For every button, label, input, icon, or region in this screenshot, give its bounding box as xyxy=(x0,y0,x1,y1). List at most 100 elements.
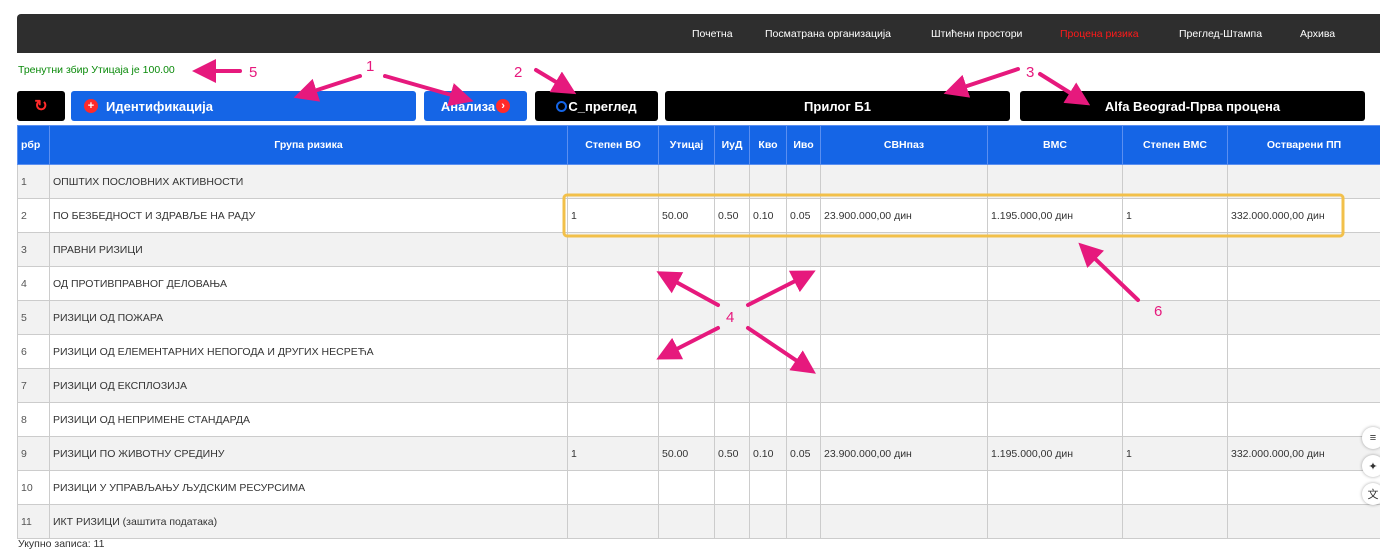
cell-risk-group: РИЗИЦИ ПО ЖИВОТНУ СРЕДИНУ xyxy=(49,436,568,471)
col-risk-group[interactable]: Група ризика xyxy=(49,125,568,165)
table-row[interactable]: 5 РИЗИЦИ ОД ПОЖАРА xyxy=(17,300,1380,335)
cell-risk-group: РИЗИЦИ ОД ЕКСПЛОЗИЈА xyxy=(49,368,568,403)
col-vms[interactable]: ВМС xyxy=(987,125,1123,165)
cell-degree-vo xyxy=(567,402,659,437)
cell-rbr: 6 xyxy=(17,334,50,369)
cell-rbr: 2 xyxy=(17,198,50,233)
assessment-name-label: Alfa Beograd-Прва процена xyxy=(1104,98,1281,114)
notes-icon[interactable]: ≡ xyxy=(1362,427,1380,449)
cell-degree-vo: 1 xyxy=(567,198,659,233)
cell-impact xyxy=(658,164,715,199)
cell-rbr: 3 xyxy=(17,232,50,267)
analysis-button[interactable]: Анализа › xyxy=(424,91,527,121)
cell-svnpaz xyxy=(820,504,988,539)
appendix-b1-button[interactable]: Прилог Б1 xyxy=(665,91,1010,121)
col-realized-pp[interactable]: Остварени ПП xyxy=(1227,125,1380,165)
cell-impact xyxy=(658,232,715,267)
cell-kvo xyxy=(749,470,787,505)
table-row[interactable]: 7 РИЗИЦИ ОД ЕКСПЛОЗИЈА xyxy=(17,368,1380,403)
cell-risk-group: ПО БЕЗБЕДНОСТ И ЗДРАВЉЕ НА РАДУ xyxy=(49,198,568,233)
cell-degree-vo xyxy=(567,334,659,369)
analysis-label: Анализа xyxy=(440,98,496,114)
cell-iud xyxy=(714,232,750,267)
nav-home[interactable]: Почетна xyxy=(692,28,733,40)
table-row[interactable]: 4 ОД ПРОТИВПРАВНОГ ДЕЛОВАЊА xyxy=(17,266,1380,301)
table-row[interactable]: 10 РИЗИЦИ У УПРАВЉАЊУ ЉУДСКИМ РЕСУРСИМА xyxy=(17,470,1380,505)
cell-svnpaz xyxy=(820,266,988,301)
cell-iud: 0.50 xyxy=(714,198,750,233)
table-row[interactable]: 11 ИКТ РИЗИЦИ (заштита података) xyxy=(17,504,1380,539)
cell-degree-vms xyxy=(1122,402,1228,437)
cell-degree-vms xyxy=(1122,334,1228,369)
annotation-label-3: 3 xyxy=(1026,64,1034,81)
impact-sum-text: Тренутни збир Утицаја је 100.00 xyxy=(18,64,175,76)
cell-ivo: 0.05 xyxy=(786,436,821,471)
cell-impact: 50.00 xyxy=(658,436,715,471)
cell-degree-vms xyxy=(1122,300,1228,335)
cell-rbr: 10 xyxy=(17,470,50,505)
cell-degree-vo xyxy=(567,504,659,539)
cell-ivo xyxy=(786,504,821,539)
cell-svnpaz: 23.900.000,00 дин xyxy=(820,198,988,233)
cell-ivo xyxy=(786,402,821,437)
annotation-arrow-3a xyxy=(943,67,1020,98)
col-degree-vo[interactable]: Степен ВО xyxy=(567,125,659,165)
table-row[interactable]: 6 РИЗИЦИ ОД ЕЛЕМЕНТАРНИХ НЕПОГОДА И ДРУГИ… xyxy=(17,334,1380,369)
cell-vms xyxy=(987,334,1123,369)
annotation-label-2: 2 xyxy=(514,64,522,81)
col-svnpaz[interactable]: СВНпаз xyxy=(820,125,988,165)
cell-iud xyxy=(714,402,750,437)
cell-degree-vms xyxy=(1122,164,1228,199)
nav-archive[interactable]: Архива xyxy=(1300,28,1335,40)
identification-button[interactable]: + Идентификација xyxy=(71,91,416,121)
cell-risk-group: ОД ПРОТИВПРАВНОГ ДЕЛОВАЊА xyxy=(49,266,568,301)
cell-degree-vms: 1 xyxy=(1122,198,1228,233)
cell-ivo xyxy=(786,164,821,199)
translate-icon[interactable]: 文 xyxy=(1362,483,1380,505)
annotation-label-5: 5 xyxy=(249,64,257,81)
eye-icon xyxy=(556,100,568,112)
cell-svnpaz xyxy=(820,368,988,403)
nav-review-print[interactable]: Преглед-Штампа xyxy=(1179,28,1262,40)
assessment-name-button[interactable]: Alfa Beograd-Прва процена xyxy=(1020,91,1365,121)
table-row[interactable]: 3 ПРАВНИ РИЗИЦИ xyxy=(17,232,1380,267)
col-impact[interactable]: Утицај xyxy=(658,125,715,165)
col-kvo[interactable]: Кво xyxy=(749,125,787,165)
cell-impact xyxy=(658,368,715,403)
cell-realized-pp xyxy=(1227,232,1380,267)
nav-observed-organization[interactable]: Посматрана организација xyxy=(765,28,891,40)
table-row[interactable]: 8 РИЗИЦИ ОД НЕПРИМЕНЕ СТАНДАРДА xyxy=(17,402,1380,437)
cell-ivo xyxy=(786,334,821,369)
c-review-button[interactable]: C_преглед xyxy=(535,91,658,121)
col-degree-vms[interactable]: Степен ВМС xyxy=(1122,125,1228,165)
cell-svnpaz xyxy=(820,300,988,335)
nav-risk-assessment[interactable]: Процена ризика xyxy=(1060,28,1139,40)
col-rbr[interactable]: рбр xyxy=(17,125,50,165)
nav-protected-spaces[interactable]: Штићени простори xyxy=(931,28,1022,40)
cell-degree-vms xyxy=(1122,266,1228,301)
col-iud[interactable]: ИуД xyxy=(714,125,750,165)
cell-kvo xyxy=(749,402,787,437)
annotation-arrow-2 xyxy=(534,68,577,95)
cell-realized-pp xyxy=(1227,300,1380,335)
cell-kvo xyxy=(749,164,787,199)
cell-impact xyxy=(658,334,715,369)
sparkle-icon[interactable]: ✦ xyxy=(1362,455,1380,477)
cell-impact xyxy=(658,504,715,539)
cell-svnpaz xyxy=(820,402,988,437)
cell-degree-vms xyxy=(1122,232,1228,267)
table-row[interactable]: 2 ПО БЕЗБЕДНОСТ И ЗДРАВЉЕ НА РАДУ 1 50.00 0.… xyxy=(17,198,1380,233)
cell-rbr: 11 xyxy=(17,504,50,539)
table-row[interactable]: 9 РИЗИЦИ ПО ЖИВОТНУ СРЕДИНУ 1 50.00 0.50 0.10… xyxy=(17,436,1380,471)
cell-vms xyxy=(987,266,1123,301)
cell-kvo xyxy=(749,266,787,301)
cell-vms: 1.195.000,00 дин xyxy=(987,436,1123,471)
cell-vms xyxy=(987,368,1123,403)
refresh-button[interactable]: ↻ xyxy=(17,91,65,121)
cell-iud xyxy=(714,470,750,505)
cell-kvo xyxy=(749,334,787,369)
col-ivo[interactable]: Иво xyxy=(786,125,821,165)
table-row[interactable]: 1 ОПШТИХ ПОСЛОВНИХ АКТИВНОСТИ xyxy=(17,164,1380,199)
add-icon: + xyxy=(84,99,98,113)
cell-degree-vms xyxy=(1122,470,1228,505)
